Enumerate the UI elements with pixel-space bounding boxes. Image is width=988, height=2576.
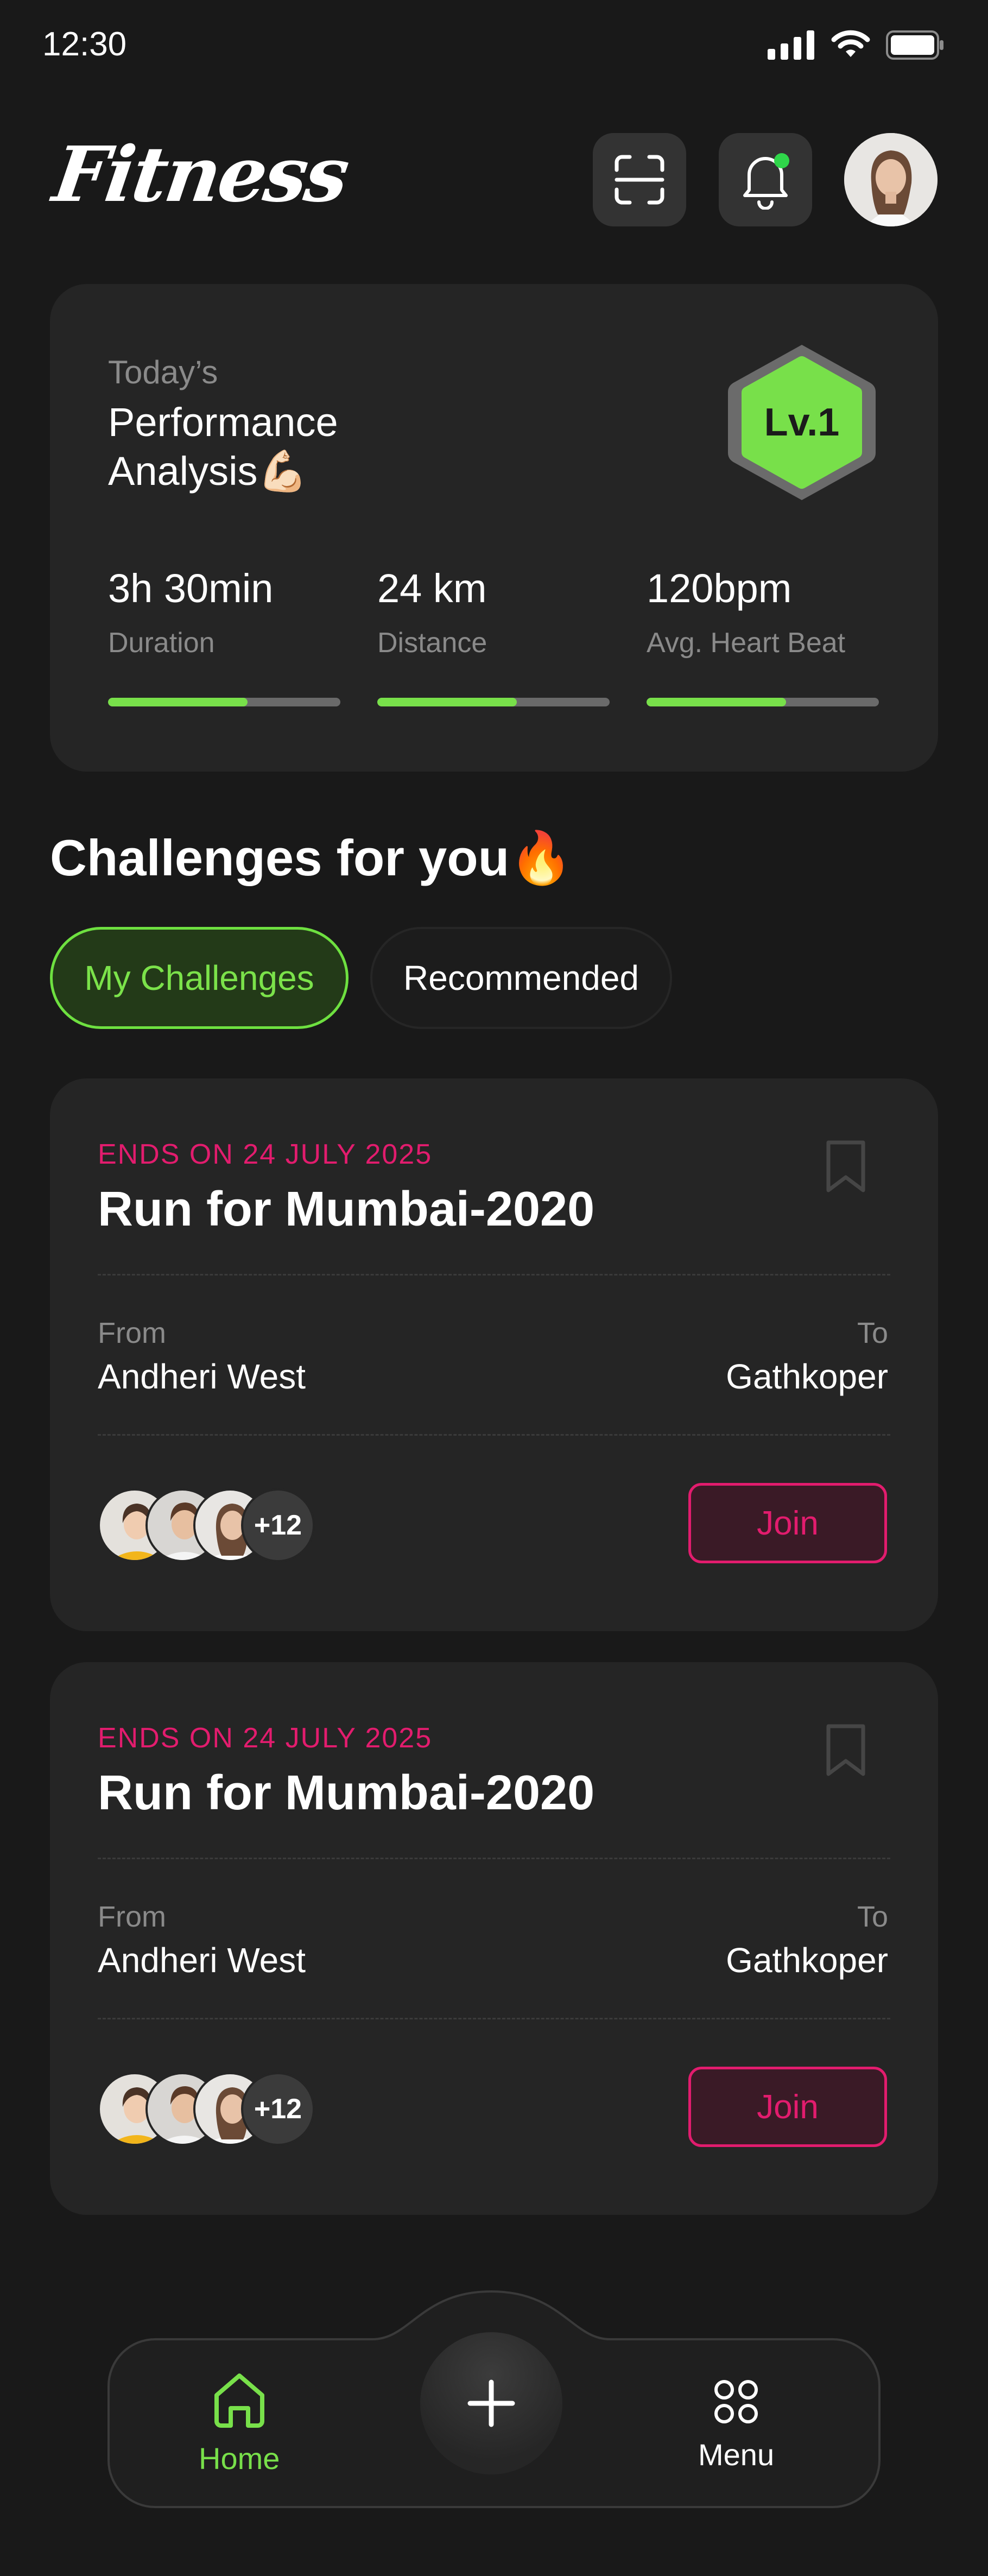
participant-avatars[interactable]: +12 — [98, 2072, 326, 2146]
divider — [98, 1434, 890, 1436]
divider — [98, 2018, 890, 2019]
tab-my-challenges[interactable]: My Challenges — [50, 927, 349, 1029]
stat-value: 24 km — [377, 566, 487, 611]
nav-menu-label: Menu — [698, 2438, 775, 2472]
stat-value: 120bpm — [647, 566, 792, 611]
challenge-title: Run for Mumbai-2020 — [98, 1182, 595, 1236]
from-label: From — [98, 1901, 166, 1933]
nav-home[interactable]: Home — [199, 2370, 280, 2476]
menu-grid-icon — [714, 2380, 758, 2423]
status-time: 12:30 — [42, 26, 127, 63]
progress-bar-duration — [108, 698, 340, 706]
challenge-end-date: ENDS ON 24 JULY 2025 — [98, 1722, 433, 1754]
progress-fill — [647, 698, 786, 706]
stat-duration: 3h 30min Duration — [108, 565, 340, 659]
to-label: To — [857, 1901, 888, 1933]
challenges-title: Challenges for you🔥 — [50, 829, 573, 886]
from-location: Andheri West — [98, 1357, 306, 1396]
progress-fill — [377, 698, 517, 706]
from-location: Andheri West — [98, 1941, 306, 1980]
join-button[interactable]: Join — [688, 2067, 887, 2147]
bottom-nav: Home Menu — [106, 2283, 882, 2511]
challenge-title: Run for Mumbai-2020 — [98, 1766, 595, 1820]
nav-home-label: Home — [199, 2441, 280, 2476]
to-location: Gathkoper — [726, 1357, 888, 1396]
signal-icon — [768, 30, 814, 60]
tab-recommended[interactable]: Recommended — [370, 927, 672, 1029]
app-logo: Fitness — [48, 130, 353, 219]
route-line — [397, 1936, 604, 1940]
to-location: Gathkoper — [726, 1941, 888, 1980]
avatar-image — [844, 133, 938, 226]
stat-label: Distance — [377, 627, 487, 659]
join-button[interactable]: Join — [688, 1483, 887, 1563]
scan-icon — [615, 155, 664, 205]
stat-label: Duration — [108, 627, 215, 659]
plus-icon — [467, 2379, 515, 2427]
progress-bar-distance — [377, 698, 610, 706]
stat-label: Avg. Heart Beat — [647, 627, 846, 659]
more-participants-badge: +12 — [241, 2072, 315, 2146]
more-participants-badge: +12 — [241, 1488, 315, 1562]
to-label: To — [857, 1317, 888, 1349]
route-line — [397, 1352, 604, 1356]
performance-subtitle: Today’s — [108, 354, 218, 390]
progress-fill — [108, 698, 248, 706]
battery-icon — [886, 30, 943, 60]
participant-avatars[interactable]: +12 — [98, 1488, 326, 1562]
from-label: From — [98, 1317, 166, 1349]
stat-heart-beat: 120bpm Avg. Heart Beat — [647, 565, 879, 659]
performance-title: Performance Analysis💪🏻 — [108, 400, 338, 494]
stat-value: 3h 30min — [108, 566, 274, 611]
add-button[interactable] — [420, 2332, 562, 2474]
challenge-card[interactable]: ENDS ON 24 JULY 2025 Run for Mumbai-2020… — [50, 1662, 938, 2215]
home-icon — [214, 2373, 264, 2428]
progress-bar-heart-beat — [647, 698, 879, 706]
profile-avatar[interactable] — [844, 133, 938, 226]
status-icons — [768, 30, 945, 60]
bookmark-icon[interactable] — [821, 1722, 871, 1778]
divider — [98, 1858, 890, 1859]
challenge-card[interactable]: ENDS ON 24 JULY 2025 Run for Mumbai-2020… — [50, 1078, 938, 1631]
challenge-end-date: ENDS ON 24 JULY 2025 — [98, 1139, 433, 1170]
wifi-icon — [831, 30, 870, 57]
nav-menu[interactable]: Menu — [698, 2378, 774, 2472]
bell-icon — [743, 153, 789, 210]
bookmark-icon[interactable] — [821, 1138, 871, 1195]
level-badge: Lv.1 — [723, 338, 881, 507]
performance-card: Today’s Performance Analysis💪🏻 Lv.1 3h 3… — [50, 284, 938, 772]
notifications-button[interactable] — [719, 133, 812, 226]
stat-distance: 24 km Distance — [377, 565, 610, 659]
divider — [98, 1274, 890, 1276]
level-label: Lv.1 — [764, 401, 840, 444]
scan-button[interactable] — [593, 133, 686, 226]
